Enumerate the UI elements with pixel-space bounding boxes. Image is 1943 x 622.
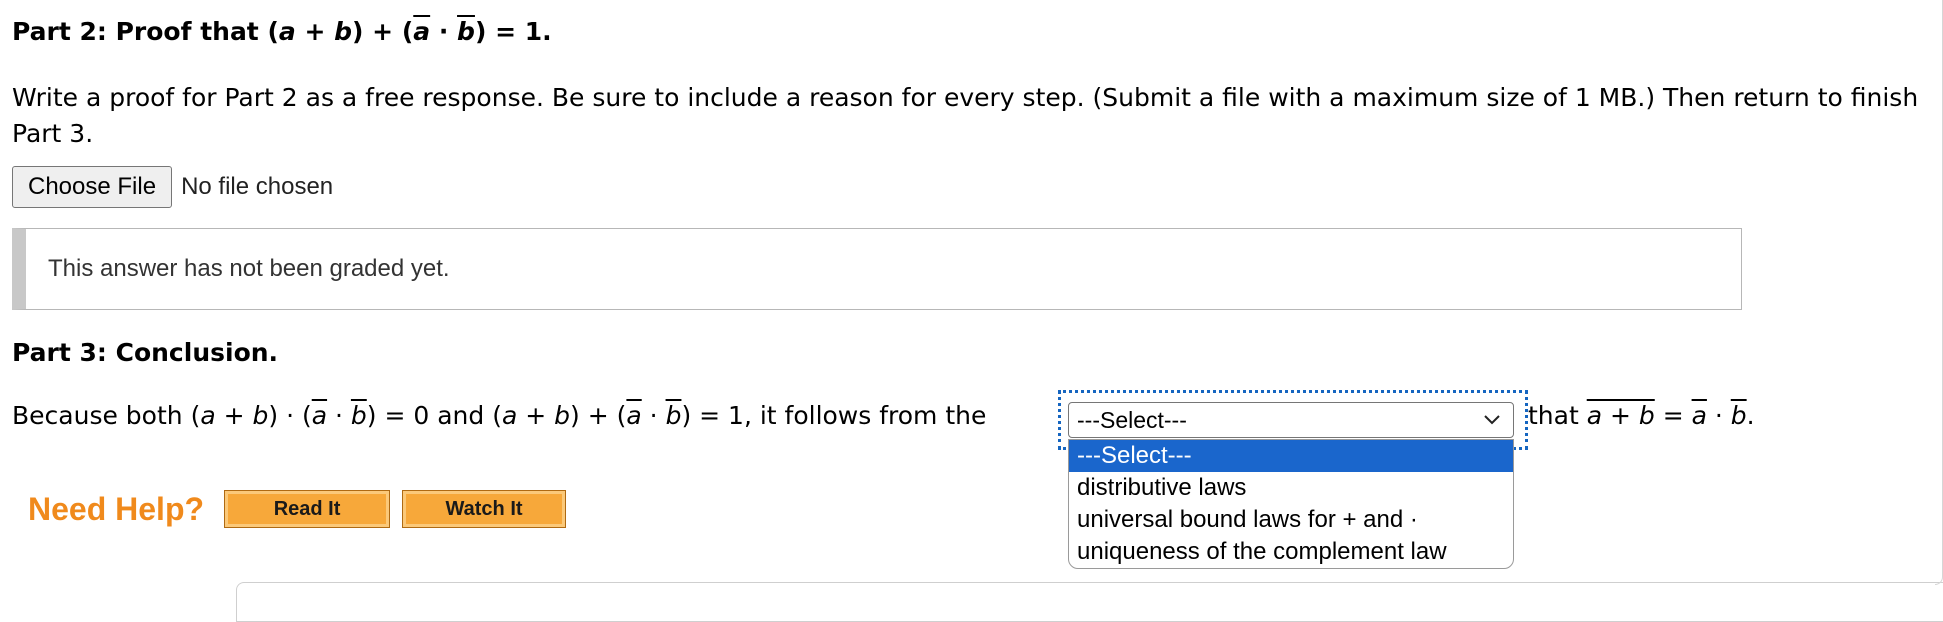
sentence-text: and	[429, 401, 493, 430]
formula-part: ) · (	[268, 401, 312, 430]
formula-part: ) = 0	[366, 401, 430, 430]
file-status: No file chosen	[181, 173, 334, 200]
formula-part: ) + (	[352, 17, 414, 46]
formula-part: ) + (	[570, 401, 627, 430]
part2-label: Part 2	[12, 17, 97, 46]
var-b-complement: b	[665, 401, 682, 430]
conclusion-sentence: Because both (a + b) · (a · b) = 0 and (…	[12, 401, 986, 430]
need-help-label: Need Help?	[28, 490, 205, 527]
formula-part: (	[267, 17, 279, 46]
next-question-panel	[236, 582, 1943, 622]
select-option[interactable]: distributive laws	[1069, 472, 1513, 504]
formula-two: (a + b) + (a · b) = 1	[492, 401, 744, 430]
formula-part: ·	[1706, 401, 1731, 430]
part3-label: Part 3	[12, 338, 97, 367]
grading-status-text: This answer has not been graded yet.	[48, 255, 450, 282]
help-row: Need Help? Read It Watch It	[28, 486, 578, 532]
sentence-text: , it follows from the	[743, 401, 987, 430]
formula-part: +	[295, 17, 335, 46]
var-a-plus-b-complement: a + b	[1586, 401, 1655, 430]
file-upload: Choose File No file chosen	[12, 166, 333, 208]
var-b-complement: b	[457, 17, 475, 46]
var-b-complement: b	[350, 401, 367, 430]
formula-part: ·	[641, 401, 666, 430]
title-separator: :	[96, 17, 116, 46]
content-panel-border	[1935, 0, 1943, 585]
select-option[interactable]: ---Select---	[1069, 440, 1513, 472]
formula-part: (	[190, 401, 201, 430]
part2-title: Part 2: Proof that (a + b) + (a · b) = 1…	[12, 17, 552, 46]
select-option[interactable]: uniqueness of the complement law	[1069, 536, 1513, 568]
var-a-complement: a	[311, 401, 328, 430]
formula-part: ·	[430, 17, 458, 46]
read-it-button[interactable]: Read It	[224, 490, 391, 528]
var-a: a	[501, 401, 518, 430]
choose-file-button[interactable]: Choose File	[12, 166, 173, 208]
var-a: a	[278, 17, 296, 46]
grading-status-box: This answer has not been graded yet.	[12, 228, 1742, 310]
select-value: ---Select---	[1077, 406, 1187, 433]
formula-part: .	[1746, 401, 1755, 430]
conclusion-result: that a + b = a · b.	[1528, 401, 1755, 430]
part2-instructions: Write a proof for Part 2 as a free respo…	[12, 83, 1919, 148]
formula-part: (	[492, 401, 502, 430]
var-b: b	[334, 17, 353, 46]
var-a: a	[200, 401, 216, 430]
var-a-complement: a	[626, 401, 642, 430]
formula-part: ) = 1.	[474, 17, 552, 46]
formula-part: =	[1654, 401, 1692, 430]
var-b-complement: b	[1730, 401, 1747, 430]
sentence-text: that	[1528, 401, 1587, 430]
title-separator: :	[96, 338, 116, 367]
var-b: b	[554, 401, 571, 430]
formula-part: ) = 1	[681, 401, 744, 430]
formula-one: (a + b) · (a · b) = 0	[191, 401, 430, 430]
formula-part: +	[517, 401, 555, 430]
watch-it-button[interactable]: Watch It	[402, 490, 567, 528]
select-option[interactable]: universal bound laws for + and ·	[1069, 504, 1513, 536]
part2-title-text: Proof that	[115, 17, 268, 46]
var-b: b	[252, 401, 269, 430]
sentence-text: Because both	[12, 401, 191, 430]
formula-part: ·	[327, 401, 351, 430]
part2-formula: (a + b) + (a · b) = 1.	[267, 17, 551, 46]
chevron-down-icon	[1484, 415, 1500, 425]
var-a-complement: a	[413, 17, 431, 46]
formula-part: +	[215, 401, 253, 430]
part3-title-text: Conclusion.	[115, 338, 279, 367]
law-select-dropdown: ---Select--- distributive laws universal…	[1068, 439, 1514, 569]
var-a-complement: a	[1691, 401, 1707, 430]
law-select[interactable]: ---Select---	[1068, 402, 1514, 438]
part3-title: Part 3: Conclusion.	[12, 338, 278, 367]
